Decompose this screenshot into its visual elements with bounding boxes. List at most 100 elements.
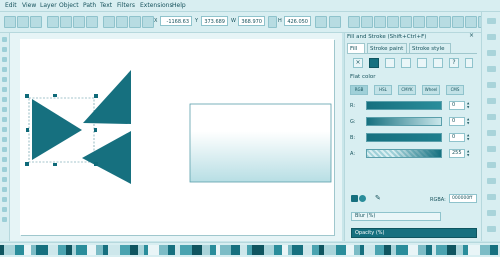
palette-swatch[interactable] (303, 245, 312, 255)
y-field[interactable]: 373.689 (201, 16, 228, 26)
radial-gradient-icon[interactable] (401, 58, 411, 68)
palette-swatch[interactable] (66, 245, 72, 255)
triangle-top[interactable] (83, 70, 131, 124)
no-paint-icon[interactable]: × (353, 58, 363, 68)
snap-midpoint-icon[interactable] (426, 16, 438, 28)
menu-layer[interactable]: Layer (40, 2, 57, 9)
handle-bottom-right[interactable] (94, 162, 98, 166)
palette-swatch[interactable] (319, 245, 324, 255)
spiral-tool-icon[interactable] (2, 117, 7, 122)
snap-icon[interactable] (348, 16, 360, 28)
gradient-tool-icon[interactable] (2, 197, 7, 202)
drawing-canvas[interactable] (10, 33, 342, 241)
rectangle-tool-icon[interactable] (2, 77, 7, 82)
b-slider[interactable] (366, 133, 442, 142)
tab-cmyk[interactable]: CMYK (398, 85, 416, 95)
palette-swatch[interactable] (468, 245, 480, 255)
palette-swatch[interactable] (36, 245, 48, 255)
export-icon[interactable] (487, 98, 496, 104)
palette-swatch[interactable] (408, 245, 418, 255)
handle-left[interactable] (26, 128, 29, 132)
palette-swatch[interactable] (4, 245, 15, 255)
palette-swatch[interactable] (288, 245, 292, 255)
palette-swatch[interactable] (396, 245, 408, 255)
palette-swatch[interactable] (103, 245, 108, 255)
select-all-layers-icon[interactable] (17, 16, 29, 28)
linear-gradient-icon[interactable] (385, 58, 395, 68)
palette-swatch[interactable] (148, 245, 159, 255)
handle-top-right[interactable] (94, 94, 98, 98)
palette-swatch[interactable] (364, 245, 375, 255)
palette-swatch[interactable] (418, 245, 426, 255)
ellipse-tool-icon[interactable] (2, 97, 7, 102)
palette-swatch[interactable] (463, 245, 468, 255)
w-field[interactable]: 368.970 (238, 16, 265, 26)
palette-swatch[interactable] (384, 245, 391, 255)
palette-swatch[interactable] (175, 245, 180, 255)
units-dropdown-icon[interactable] (315, 16, 327, 28)
palette-swatch[interactable] (264, 245, 274, 255)
rgba-field[interactable]: 000000ff (449, 194, 477, 203)
palette-swatch[interactable] (138, 245, 144, 255)
palette-swatch[interactable] (31, 245, 36, 255)
scale-stroke-icon[interactable] (329, 16, 341, 28)
lower-to-bottom-icon[interactable] (103, 16, 115, 28)
palette-swatch[interactable] (87, 245, 96, 255)
pattern-icon[interactable] (417, 58, 427, 68)
x-field[interactable]: -1168.63 (160, 16, 192, 26)
snap-cusp-icon[interactable] (400, 16, 412, 28)
menu-path[interactable]: Path (83, 2, 96, 9)
triangle-bottom[interactable] (82, 131, 131, 184)
calligraphy-tool-icon[interactable] (2, 147, 7, 152)
palette-swatch[interactable] (180, 245, 192, 255)
palette-swatch[interactable] (480, 245, 490, 255)
zoom-tool-icon[interactable] (2, 67, 7, 72)
eraser-tool-icon[interactable] (2, 177, 7, 182)
zoom-selection-icon[interactable] (487, 194, 496, 200)
tab-wheel[interactable]: Wheel (422, 85, 440, 95)
palette-swatch[interactable] (168, 245, 175, 255)
palette-swatch[interactable] (252, 245, 264, 255)
lower-icon[interactable] (116, 16, 128, 28)
menu-help[interactable]: Help (172, 2, 186, 9)
unset-paint-icon[interactable]: ? (449, 58, 459, 68)
raise-icon[interactable] (129, 16, 141, 28)
flip-vertical-icon[interactable] (86, 16, 98, 28)
palette-swatch[interactable] (360, 245, 364, 255)
handle-bottom-left[interactable] (25, 162, 29, 166)
g-slider[interactable] (366, 117, 442, 126)
palette-swatch[interactable] (274, 245, 282, 255)
pencil-tool-icon[interactable] (2, 127, 7, 132)
zoom-page-icon[interactable] (487, 226, 496, 232)
menu-edit[interactable]: Edit (5, 2, 17, 9)
tab-cms[interactable]: CMS (446, 85, 464, 95)
select-tool-icon[interactable] (2, 37, 7, 42)
palette-swatch[interactable] (58, 245, 66, 255)
import-icon[interactable] (487, 82, 496, 88)
palette-swatch[interactable] (220, 245, 231, 255)
cut-icon[interactable] (487, 162, 496, 168)
palette-swatch[interactable] (426, 245, 432, 255)
tab-rgb[interactable]: RGB (350, 85, 368, 95)
new-document-icon[interactable] (487, 18, 496, 24)
snap-rotation-icon[interactable] (452, 16, 464, 28)
palette-swatch[interactable] (144, 245, 148, 255)
palette-swatch[interactable] (432, 245, 436, 255)
star-tool-icon[interactable] (2, 107, 7, 112)
palette-swatch[interactable] (391, 245, 396, 255)
r-slider[interactable] (366, 101, 442, 110)
raise-to-top-icon[interactable] (142, 16, 154, 28)
handle-top-left[interactable] (25, 94, 29, 98)
palette-swatch[interactable] (192, 245, 202, 255)
handle-bottom[interactable] (53, 163, 57, 166)
palette-swatch[interactable] (324, 245, 336, 255)
handle-right[interactable] (94, 128, 97, 132)
rotate-cw-icon[interactable] (60, 16, 72, 28)
selected-triangle[interactable] (32, 99, 82, 160)
palette-swatch[interactable] (346, 245, 354, 255)
a-spin-icon[interactable]: ▲ ▼ (467, 149, 471, 158)
palette-bar[interactable] (0, 242, 500, 257)
snap-bbox-icon[interactable] (361, 16, 373, 28)
tab-hsl[interactable]: HSL (374, 85, 392, 95)
flat-color-icon[interactable] (369, 58, 379, 68)
